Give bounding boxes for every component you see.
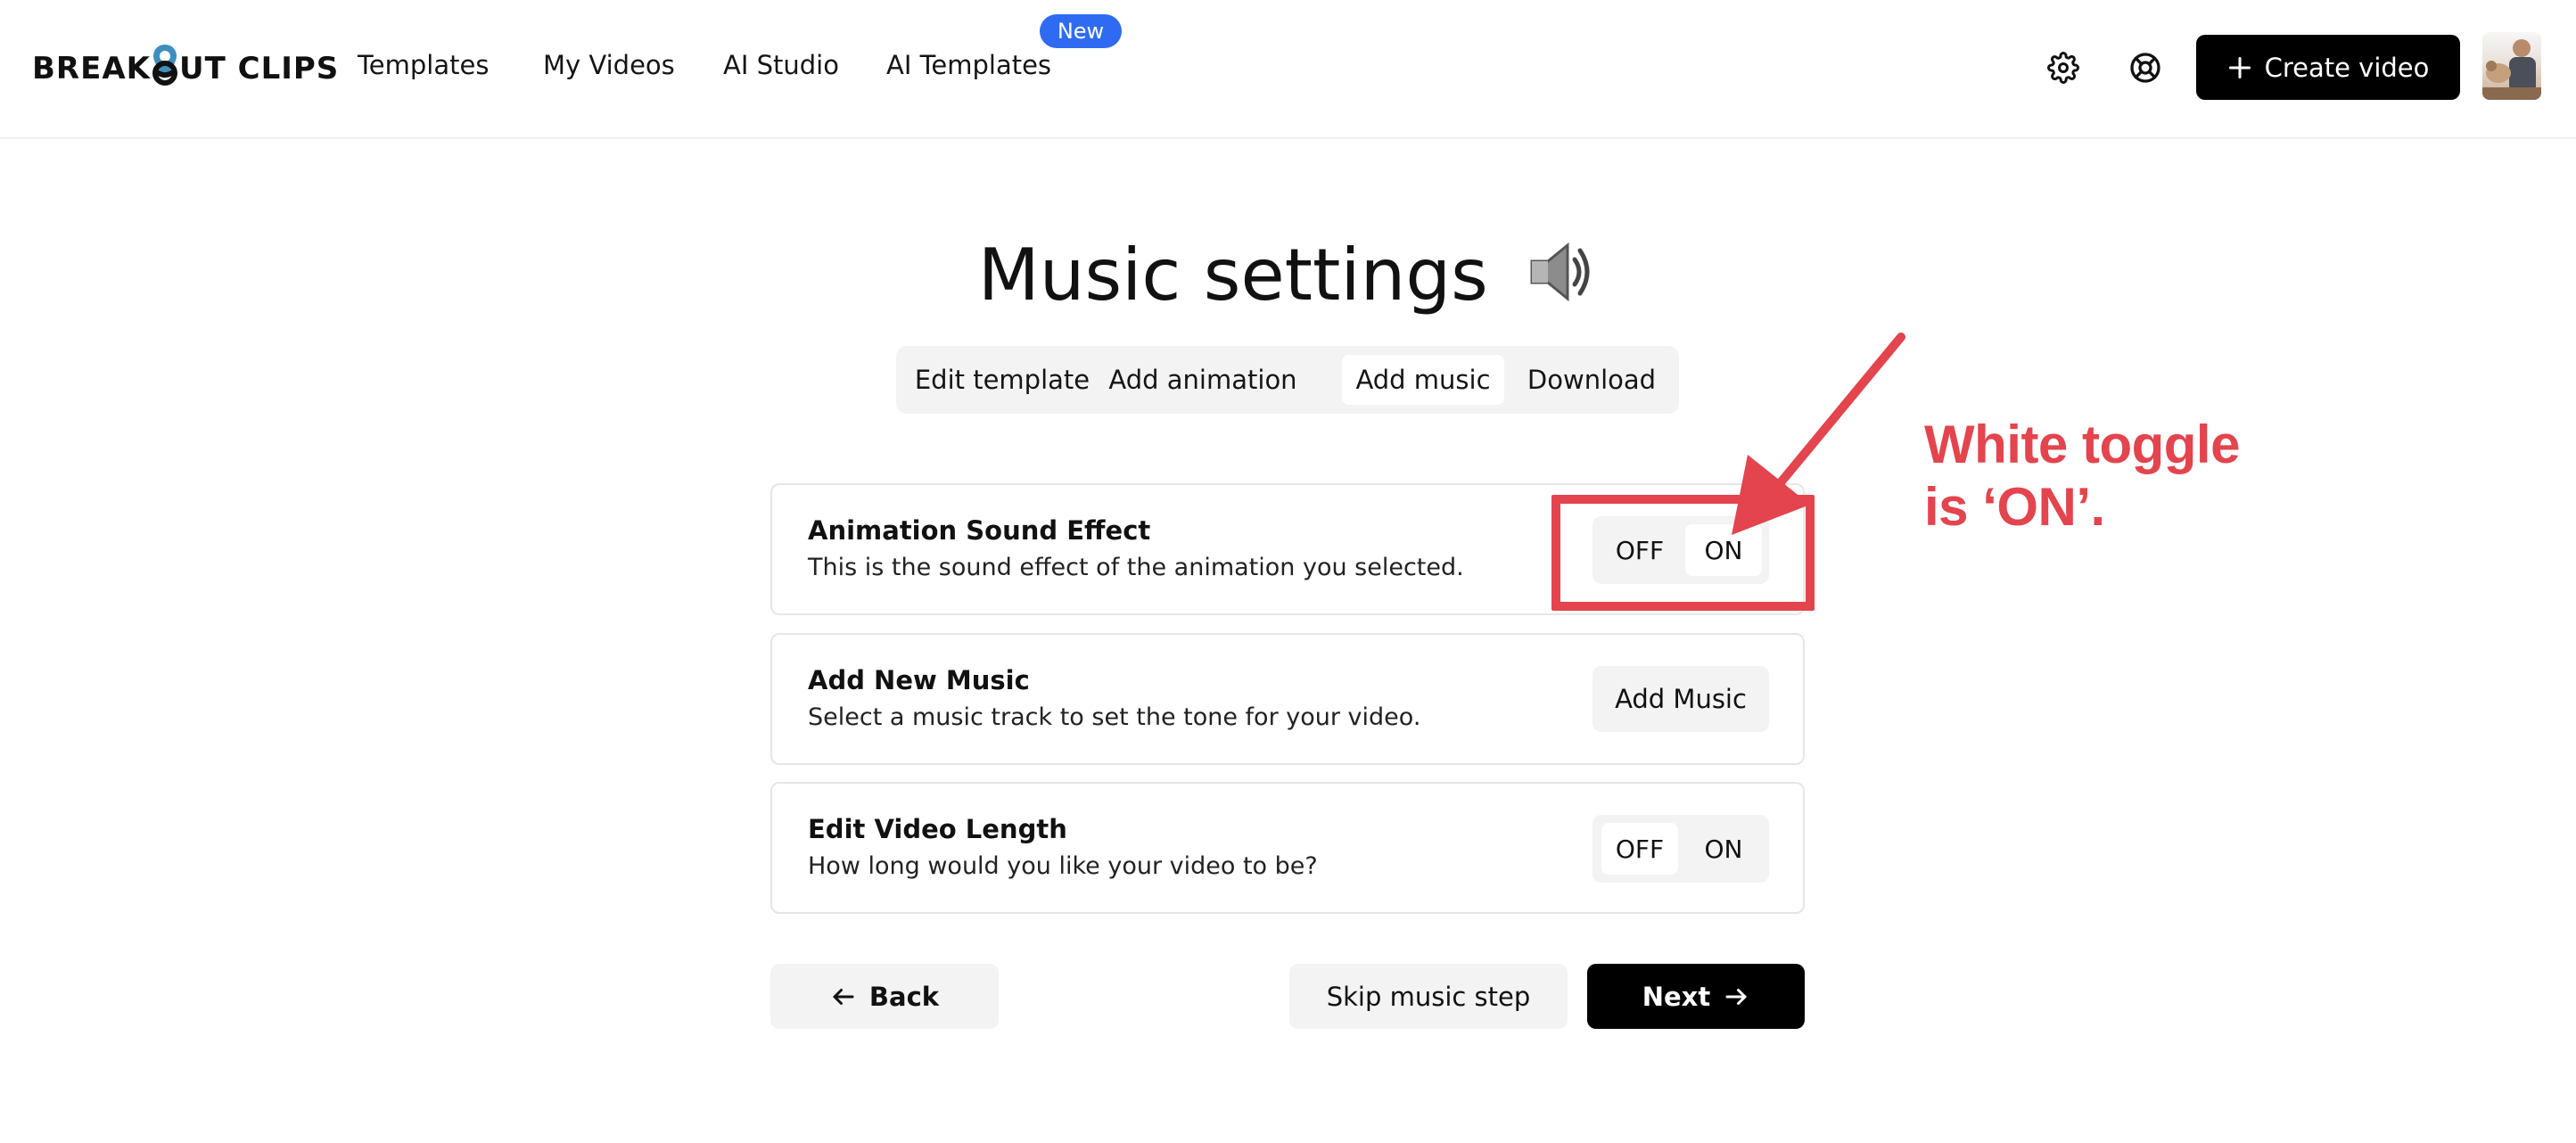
edit-video-length-description: How long would you like your video to be… bbox=[808, 852, 1318, 880]
annotation-highlight-box bbox=[1551, 495, 1815, 611]
logo-text-left: BREAK bbox=[32, 51, 151, 86]
plus-icon bbox=[2228, 56, 2251, 78]
speaker-icon bbox=[1527, 238, 1598, 323]
top-navigation-bar: BREAK UT CLIPS Templates My Videos AI St… bbox=[0, 0, 2576, 139]
back-button[interactable]: Back bbox=[770, 964, 999, 1029]
map-pin-logo-icon bbox=[152, 45, 178, 86]
logo-text-right: UT CLIPS bbox=[178, 51, 340, 86]
animation-sound-effect-description: This is the sound effect of the animatio… bbox=[808, 554, 1464, 581]
add-music-button[interactable]: Add Music bbox=[1593, 666, 1769, 732]
nav-ai-templates[interactable]: AI Templates bbox=[886, 50, 1051, 80]
toggle-on-option[interactable]: ON bbox=[1685, 823, 1762, 875]
new-badge: New bbox=[1040, 14, 1122, 48]
add-new-music-description: Select a music track to set the tone for… bbox=[808, 703, 1421, 731]
page-title-text: Music settings bbox=[977, 234, 1488, 317]
create-video-button[interactable]: Create video bbox=[2196, 35, 2460, 100]
page-title: Music settings bbox=[0, 234, 2576, 323]
gear-icon bbox=[2047, 52, 2079, 84]
help-button[interactable] bbox=[2126, 48, 2165, 87]
back-label: Back bbox=[868, 981, 940, 1012]
tab-download[interactable]: Download bbox=[1516, 355, 1667, 405]
nav-templates[interactable]: Templates bbox=[358, 50, 489, 80]
arrow-right-icon bbox=[1725, 988, 1747, 1005]
step-tabs: Edit template Add animation Add music Do… bbox=[896, 346, 1679, 414]
skip-music-step-label: Skip music step bbox=[1326, 981, 1531, 1012]
edit-video-length-toggle[interactable]: OFF ON bbox=[1593, 815, 1769, 883]
skip-music-step-button[interactable]: Skip music step bbox=[1289, 964, 1568, 1029]
breakout-clips-logo[interactable]: BREAK UT CLIPS bbox=[32, 45, 340, 91]
settings-button[interactable] bbox=[2044, 48, 2083, 87]
nav-ai-studio[interactable]: AI Studio bbox=[723, 50, 839, 80]
avatar-photo-icon bbox=[2482, 39, 2541, 100]
add-new-music-card: Add New Music Select a music track to se… bbox=[770, 633, 1805, 765]
edit-video-length-title: Edit Video Length bbox=[808, 814, 1067, 844]
annotation-text: White toggle is ‘ON’. bbox=[1924, 414, 2388, 539]
toggle-off-option[interactable]: OFF bbox=[1601, 823, 1678, 875]
tab-add-animation[interactable]: Add animation bbox=[1105, 355, 1301, 405]
create-video-label: Create video bbox=[2264, 52, 2430, 83]
annotation-line-1: White toggle bbox=[1924, 415, 2240, 474]
nav-my-videos[interactable]: My Videos bbox=[543, 50, 675, 80]
tab-edit-template[interactable]: Edit template bbox=[909, 355, 1096, 405]
edit-video-length-card: Edit Video Length How long would you lik… bbox=[770, 782, 1805, 914]
user-avatar[interactable] bbox=[2482, 32, 2541, 100]
next-button[interactable]: Next bbox=[1587, 964, 1805, 1029]
lifebuoy-icon bbox=[2130, 53, 2160, 83]
annotation-line-2: is ‘ON’. bbox=[1924, 477, 2105, 537]
next-label: Next bbox=[1642, 981, 1711, 1012]
tab-add-music[interactable]: Add music bbox=[1342, 355, 1504, 405]
add-new-music-title: Add New Music bbox=[808, 665, 1030, 695]
arrow-left-icon bbox=[833, 988, 854, 1005]
animation-sound-effect-title: Animation Sound Effect bbox=[808, 515, 1151, 546]
